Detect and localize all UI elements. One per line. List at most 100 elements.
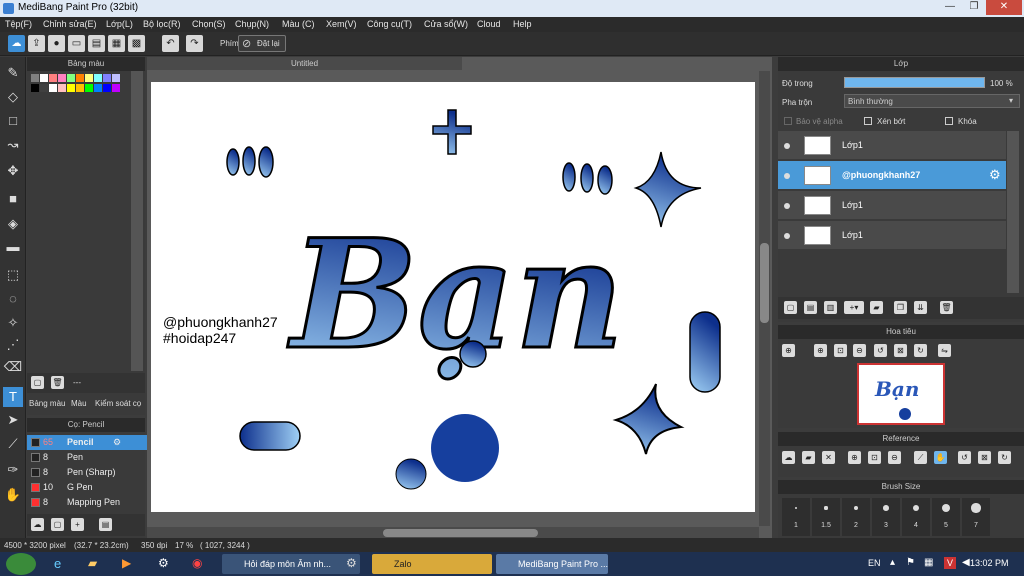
cloud-icon[interactable]: ☁ <box>8 35 25 52</box>
fit-icon[interactable]: ⊡ <box>834 344 847 357</box>
brush-settings-icon[interactable]: ▤ <box>99 518 112 531</box>
color-swatch[interactable] <box>76 74 84 82</box>
visibility-eye-icon[interactable] <box>784 173 790 179</box>
color-swatch[interactable] <box>85 74 93 82</box>
layer-row[interactable]: @phuongkhanh27 ⚙ <box>778 161 1006 190</box>
tray-antivirus-icon[interactable]: V <box>944 557 956 569</box>
duplicate-layer-icon[interactable]: ❐ <box>894 301 907 314</box>
brush-item[interactable]: 8 Pen (Sharp) <box>27 465 155 480</box>
merge-layer-icon[interactable]: ⇊ <box>914 301 927 314</box>
text-icon[interactable]: T <box>3 387 23 407</box>
reset-view-icon[interactable]: ⊠ <box>894 344 907 357</box>
lasso-icon[interactable]: ◌ <box>3 289 23 309</box>
ref-zoom-out-icon[interactable]: ⊖ <box>888 451 901 464</box>
menu-view[interactable]: Xem(V) <box>326 19 357 29</box>
minimize-button[interactable]: — <box>938 0 962 15</box>
zoom-out-icon[interactable]: ⊖ <box>853 344 866 357</box>
tab-color[interactable]: Màu <box>71 399 87 408</box>
ref-rotate-right-icon[interactable]: ↻ <box>998 451 1011 464</box>
maximize-button[interactable]: ❐ <box>962 0 986 15</box>
ref-rotate-left-icon[interactable]: ↺ <box>958 451 971 464</box>
program-icon[interactable]: ⚙ <box>158 556 169 570</box>
brush-icon[interactable]: ✎ <box>3 63 23 83</box>
color-swatch[interactable] <box>85 84 93 92</box>
visibility-eye-icon[interactable] <box>784 143 790 149</box>
material-icon[interactable]: ▦ <box>108 35 125 52</box>
flip-icon[interactable]: ⇋ <box>938 344 951 357</box>
menu-window[interactable]: Cửa sổ(W) <box>424 19 468 29</box>
rotate-right-icon[interactable]: ↻ <box>914 344 927 357</box>
undo-icon[interactable]: ↶ <box>162 35 179 52</box>
color-swatch[interactable] <box>49 74 57 82</box>
menu-cloud[interactable]: Cloud <box>477 19 501 29</box>
brush-size-cell[interactable]: 2 <box>842 498 870 536</box>
protect-alpha-checkbox[interactable] <box>784 117 792 125</box>
add-layer-dropdown-icon[interactable]: +▾ <box>844 301 864 314</box>
folder-icon[interactable]: ▰ <box>870 301 883 314</box>
ie-icon[interactable]: e <box>54 556 61 571</box>
zoom-in-icon[interactable]: ⊕ <box>782 344 795 357</box>
color-swatch[interactable] <box>31 84 39 92</box>
color-swatch[interactable] <box>112 84 120 92</box>
tab-palette[interactable]: Bảng màu <box>29 399 65 408</box>
menu-color[interactable]: Màu (C) <box>282 19 315 29</box>
color-swatch[interactable] <box>40 74 48 82</box>
palette-scrollbar[interactable] <box>131 71 143 371</box>
menu-tools[interactable]: Công cụ(T) <box>367 19 412 29</box>
hand-icon[interactable]: ✋ <box>3 485 23 505</box>
operation-icon[interactable]: ➤ <box>3 410 23 430</box>
new-brush-icon[interactable]: ▢ <box>51 518 64 531</box>
vertical-scroll-thumb[interactable] <box>760 243 769 323</box>
color-swatch[interactable] <box>67 74 75 82</box>
horizontal-scroll-thumb[interactable] <box>383 529 538 537</box>
brush-item[interactable]: 10 G Pen <box>27 480 155 495</box>
opacity-slider[interactable] <box>844 77 985 88</box>
brush-item[interactable]: 8 Pen <box>27 450 155 465</box>
menu-layer[interactable]: Lớp(L) <box>106 19 133 29</box>
explorer-icon[interactable]: ▰ <box>88 556 97 570</box>
select-pen-icon[interactable]: ⋰ <box>3 335 23 355</box>
menu-capture[interactable]: Chụp(N) <box>235 19 269 29</box>
chrome-icon[interactable]: ◉ <box>192 556 202 570</box>
color-swatch[interactable] <box>76 84 84 92</box>
brush-item[interactable]: 65 Pencil ⚙ <box>27 435 155 450</box>
trash-icon[interactable]: 🗑 <box>940 301 953 314</box>
close-ref-icon[interactable]: ✕ <box>822 451 835 464</box>
color-swatch[interactable] <box>58 84 66 92</box>
new-layer-icon[interactable]: ▢ <box>784 301 797 314</box>
menu-edit[interactable]: Chỉnh sửa(E) <box>43 19 97 29</box>
tool-icon[interactable]: ⚙ <box>346 556 357 570</box>
task-zalo[interactable]: Zalo <box>372 554 492 574</box>
color-swatch[interactable] <box>49 84 57 92</box>
tray-flag-icon[interactable]: ⚑ <box>906 557 915 568</box>
lock-checkbox[interactable] <box>945 117 953 125</box>
new-halftone-layer-icon[interactable]: ▤ <box>804 301 817 314</box>
ref-zoom-in-icon[interactable]: ⊕ <box>848 451 861 464</box>
color-swatch[interactable] <box>67 84 75 92</box>
grid-icon[interactable]: ▩ <box>128 35 145 52</box>
gear-icon[interactable]: ⚙ <box>113 435 121 450</box>
share-icon[interactable]: ⇪ <box>28 35 45 52</box>
ref-hand-icon[interactable]: ✋ <box>934 451 947 464</box>
color-swatch[interactable] <box>94 74 102 82</box>
canvas[interactable]: Bạn @phuongkhanh27 #hoidap247 <box>151 82 755 512</box>
brush-size-cell[interactable]: 1.5 <box>812 498 840 536</box>
chat-icon[interactable]: ▭ <box>68 35 85 52</box>
color-swatch[interactable] <box>31 74 39 82</box>
language-indicator[interactable]: EN <box>868 558 881 568</box>
brush-size-cell[interactable]: 5 <box>932 498 960 536</box>
menu-file[interactable]: Tệp(F) <box>5 19 32 29</box>
horizontal-scrollbar[interactable] <box>147 527 759 538</box>
visibility-eye-icon[interactable] <box>784 203 790 209</box>
delete-palette-icon[interactable]: 🗑 <box>51 376 64 389</box>
menu-help[interactable]: Help <box>513 19 532 29</box>
move-icon[interactable]: ✥ <box>3 161 23 181</box>
eraser-icon[interactable]: ◇ <box>3 87 23 107</box>
magic-wand-icon[interactable]: ✧ <box>3 313 23 333</box>
comment-icon[interactable]: ● <box>48 35 65 52</box>
pen-tool-icon[interactable]: ✑ <box>3 460 23 480</box>
layer-row[interactable]: Lớp1 <box>778 191 1006 220</box>
cloud-ref-icon[interactable]: ☁ <box>782 451 795 464</box>
tray-arrow-icon[interactable]: ▴ <box>890 557 895 568</box>
navigator-thumbnail[interactable]: Bạn <box>857 363 945 425</box>
